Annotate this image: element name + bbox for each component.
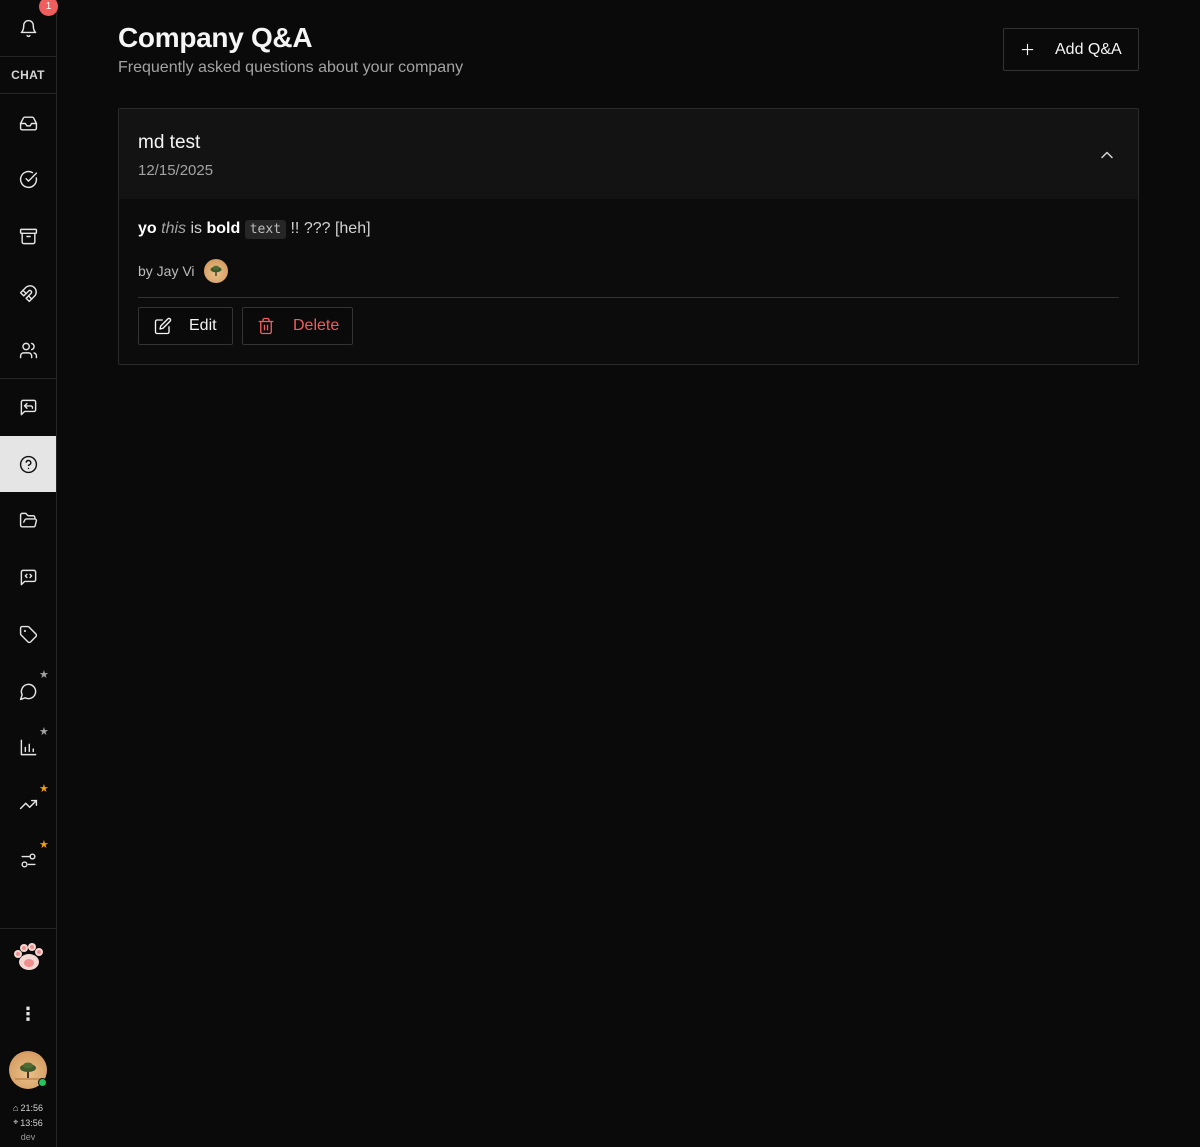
code-message-icon (20, 569, 36, 585)
local-time: ⌖ 13:56 (0, 1117, 56, 1128)
answer-text: !! ??? [heh] (290, 220, 371, 237)
app-root: 1 CHAT ★ ★ ★ ★ ⋮ ⌂ 21:56 ⌖ 13:56 dev Com… (0, 0, 1200, 1147)
premium-star-icon: ★ (39, 669, 49, 681)
add-qa-label: Add Q&A (1055, 40, 1122, 58)
add-qa-button[interactable]: Add Q&A (1003, 28, 1139, 71)
environment-label: dev (20, 1132, 36, 1142)
sliders-icon (20, 852, 36, 868)
answer-bold-text: yo (138, 220, 157, 237)
delete-label: Delete (293, 317, 340, 334)
tree-avatar-icon (210, 265, 222, 276)
more-menu-button[interactable]: ⋮ (0, 996, 56, 1032)
qa-author-name: by Jay Vi (138, 263, 195, 279)
help-circle-icon (19, 455, 37, 473)
premium-star-icon: ★ (39, 726, 49, 738)
plus-icon (1021, 43, 1034, 56)
trash-icon (258, 317, 274, 335)
paw-icon (14, 943, 43, 970)
answer-bold-text: bold (206, 220, 241, 237)
sidebar-item-contacts[interactable] (0, 322, 56, 378)
local-time-value: 13:56 (20, 1117, 43, 1128)
chat-bubble-icon (19, 683, 36, 700)
sidebar-item-canned-responses[interactable] (0, 379, 56, 435)
paw-logo-button[interactable] (0, 930, 56, 986)
qa-item: md test 12/15/2025 yo this is bold text … (118, 108, 1139, 365)
more-vertical-icon: ⋮ (19, 1003, 37, 1024)
magnet-icon (19, 284, 37, 302)
sidebar-section-chat: CHAT (0, 56, 56, 94)
qa-item-header[interactable]: md test 12/15/2025 (119, 109, 1138, 199)
chevron-up-icon (1101, 151, 1113, 159)
location-pin-icon: ⌖ (13, 1117, 19, 1127)
page-subtitle: Frequently asked questions about your co… (118, 59, 464, 76)
server-time: ⌂ 21:56 (0, 1103, 56, 1113)
sidebar-item-archive[interactable] (0, 208, 56, 264)
edit-button[interactable]: Edit (138, 307, 233, 345)
answer-italic-text: this (161, 220, 187, 237)
bar-chart-icon (20, 739, 36, 755)
inbox-icon (19, 115, 37, 131)
qa-date: 12/15/2025 (138, 162, 214, 179)
sidebar-item-tags[interactable] (0, 606, 56, 662)
trending-up-icon (19, 799, 37, 809)
page-title: Company Q&A (118, 22, 313, 53)
answer-text: is (190, 220, 203, 237)
sidebar-item-widget[interactable] (0, 549, 56, 605)
sidebar-item-inbox[interactable] (0, 95, 56, 151)
sidebar-divider (0, 928, 56, 929)
online-status-indicator (38, 1078, 47, 1087)
qa-author: by Jay Vi (138, 259, 228, 283)
qa-question: md test (138, 132, 201, 153)
premium-star-icon: ★ (39, 839, 49, 851)
author-avatar (203, 259, 228, 283)
edit-label: Edit (189, 317, 217, 334)
sidebar: 1 CHAT ★ ★ ★ ★ ⋮ ⌂ 21:56 ⌖ 13:56 dev (0, 0, 58, 1147)
user-avatar[interactable] (9, 1051, 47, 1089)
premium-star-icon: ★ (39, 783, 49, 795)
sidebar-item-company-qa[interactable] (0, 436, 56, 492)
tag-icon (19, 625, 37, 643)
collapse-toggle[interactable] (1097, 145, 1117, 165)
server-time-value: 21:56 (20, 1103, 43, 1113)
users-icon (19, 342, 37, 358)
message-reply-icon (20, 399, 36, 415)
building-icon: ⌂ (13, 1103, 19, 1113)
qa-divider (138, 297, 1119, 298)
check-circle-icon (19, 170, 37, 188)
sidebar-item-leads[interactable] (0, 265, 56, 321)
sidebar-item-tasks[interactable] (0, 151, 56, 207)
archive-icon (19, 228, 37, 244)
sidebar-item-files[interactable] (0, 492, 56, 548)
qa-answer: yo this is bold text !! ??? [heh] (138, 220, 371, 239)
edit-icon (154, 317, 172, 335)
folder-open-icon (19, 512, 37, 528)
answer-inline-code: text (244, 220, 287, 239)
delete-button[interactable]: Delete (242, 307, 353, 345)
bell-icon (20, 19, 36, 37)
